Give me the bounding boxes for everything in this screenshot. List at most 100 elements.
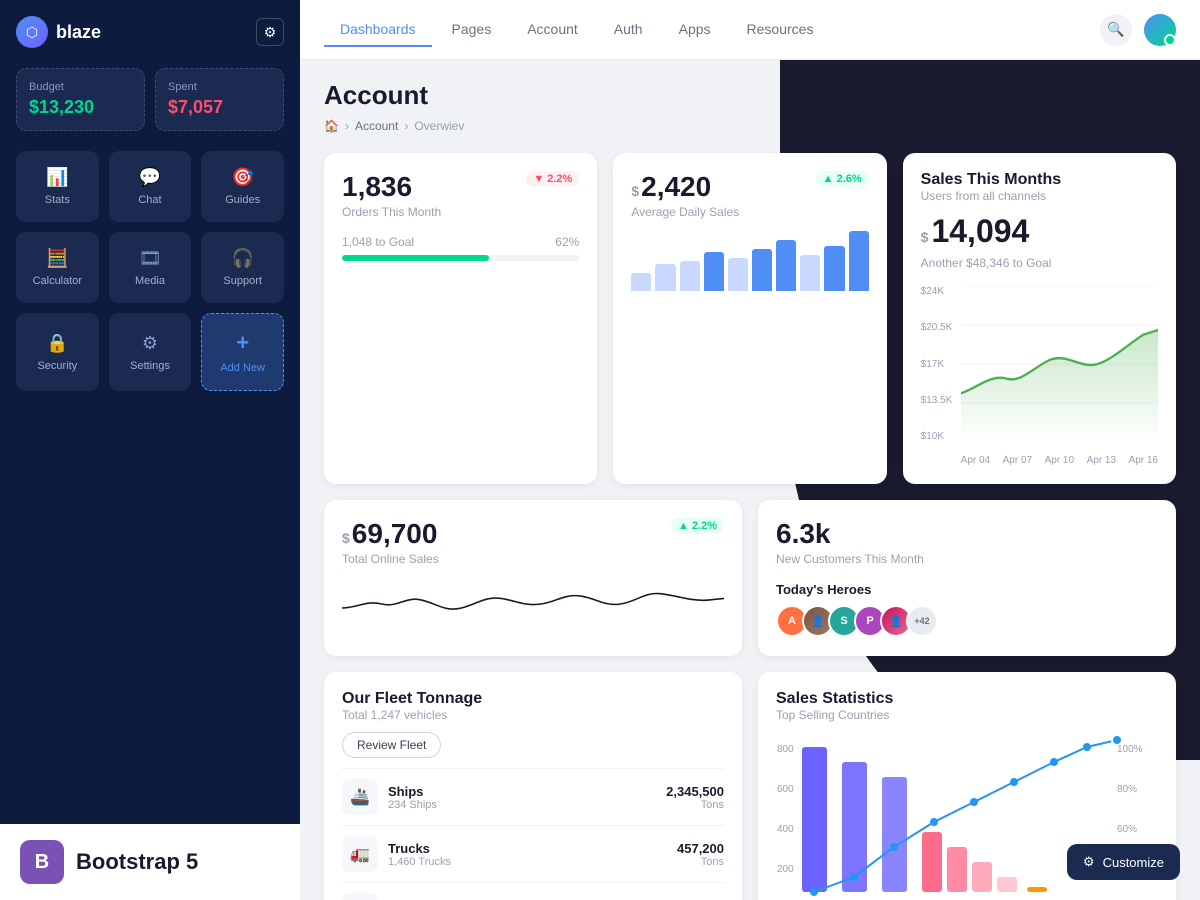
- sidebar-item-chat[interactable]: 💬 Chat: [109, 151, 192, 222]
- sidebar-item-guides[interactable]: 🎯 Guides: [201, 151, 284, 222]
- settings-icon: ⚙: [142, 333, 158, 354]
- progress-bar: [342, 255, 579, 261]
- sales-month-chart: $24K $20.5K $17K $13.5K $10K: [921, 286, 1158, 466]
- breadcrumb-separator-1: ›: [345, 119, 349, 133]
- sidebar-menu-button[interactable]: ⚙: [256, 18, 284, 46]
- daily-sales-badge: ▲ 2.6%: [816, 171, 869, 187]
- tab-apps[interactable]: Apps: [663, 13, 727, 47]
- sales-month-subtitle: Users from all channels: [921, 189, 1158, 203]
- budget-row: Budget $13,230 Spent $7,057: [16, 68, 284, 131]
- breadcrumb-home-icon: 🏠: [324, 119, 339, 133]
- fleet-sub-trucks: 1,460 Trucks: [388, 856, 667, 868]
- bootstrap-text: Bootstrap 5: [76, 849, 198, 875]
- chart-y-labels: $24K $20.5K $17K $13.5K $10K: [921, 286, 953, 442]
- bar-8: [800, 255, 820, 291]
- budget-value: $13,230: [29, 97, 132, 118]
- sidebar-item-support[interactable]: 🎧 Support: [201, 232, 284, 303]
- sales-month-card: Sales This Months Users from all channel…: [903, 153, 1176, 484]
- main-content: Dashboards Pages Account Auth Apps Resou…: [300, 0, 1200, 900]
- search-button[interactable]: 🔍: [1100, 14, 1132, 46]
- support-icon: 🎧: [231, 248, 253, 269]
- sidebar-item-settings[interactable]: ⚙ Settings: [109, 313, 192, 391]
- tab-dashboards[interactable]: Dashboards: [324, 13, 432, 47]
- heroes-label: Today's Heroes: [776, 582, 1158, 597]
- bootstrap-badge: B Bootstrap 5: [0, 824, 300, 900]
- spent-card: Spent $7,057: [155, 68, 284, 131]
- sidebar-item-stats[interactable]: 📊 Stats: [16, 151, 99, 222]
- spent-label: Spent: [168, 81, 271, 93]
- online-sales-card: $ 69,700 ▲ 2.2% Total Online Sales: [324, 500, 742, 656]
- fleet-name-trucks: Trucks: [388, 841, 667, 856]
- fleet-num-trucks: 457,200: [677, 841, 724, 856]
- wavy-chart: [342, 578, 724, 638]
- online-sales-value: 69,700: [352, 518, 438, 550]
- sales-month-value: 14,094: [931, 213, 1029, 250]
- sales-stats-subtitle: Top Selling Countries: [776, 708, 1158, 722]
- svg-text:80%: 80%: [1117, 784, 1137, 795]
- bootstrap-icon: B: [20, 840, 64, 884]
- sidebar-item-label-security: Security: [37, 360, 77, 372]
- tab-resources[interactable]: Resources: [731, 13, 830, 47]
- add-new-icon: +: [236, 330, 249, 356]
- ships-icon: 🚢: [342, 779, 378, 815]
- top-nav: Dashboards Pages Account Auth Apps Resou…: [300, 0, 1200, 60]
- bar-5: [728, 258, 748, 291]
- sidebar-item-label-settings: Settings: [130, 360, 170, 372]
- tab-pages[interactable]: Pages: [436, 13, 508, 47]
- sidebar-item-add-new[interactable]: + Add New: [201, 313, 284, 391]
- sidebar-item-label-media: Media: [135, 275, 165, 287]
- sidebar-item-media[interactable]: 🎞 Media: [109, 232, 192, 303]
- trucks-icon: 🚛: [342, 836, 378, 872]
- svg-text:800: 800: [777, 744, 794, 755]
- review-fleet-button[interactable]: Review Fleet: [342, 732, 441, 758]
- fleet-row-trucks: 🚛 Trucks 1,460 Trucks 457,200 Tons: [342, 825, 724, 882]
- today-heroes: Today's Heroes A 👤 S P 👤 +42: [776, 582, 1158, 637]
- calculator-icon: 🧮: [46, 248, 68, 269]
- tab-account[interactable]: Account: [511, 13, 594, 47]
- daily-sales-prefix: $: [631, 183, 639, 199]
- daily-sales-value: 2,420: [641, 171, 711, 203]
- goal-pct: 62%: [555, 235, 579, 249]
- hero-avatars: A 👤 S P 👤 +42: [776, 605, 1158, 637]
- sidebar-header: ⬡ blaze ⚙: [16, 16, 284, 48]
- svg-text:600: 600: [777, 784, 794, 795]
- fleet-name-ships: Ships: [388, 784, 656, 799]
- chart-x-labels: Apr 04 Apr 07 Apr 10 Apr 13 Apr 16: [961, 455, 1158, 466]
- daily-sales-chart: [631, 231, 868, 291]
- customize-label: Customize: [1103, 855, 1164, 870]
- media-icon: 🎞: [139, 248, 162, 269]
- sales-stats-title: Sales Statistics: [776, 690, 1158, 708]
- bar-10: [849, 231, 869, 291]
- user-avatar[interactable]: [1144, 14, 1176, 46]
- fleet-sub-ships: 234 Ships: [388, 799, 656, 811]
- bar-3: [680, 261, 700, 291]
- page-content: Account + Invite Create App 🏠 › Account …: [300, 60, 1200, 900]
- customize-button[interactable]: ⚙ Customize: [1067, 844, 1180, 880]
- logo-icon: ⬡: [16, 16, 48, 48]
- bar-7: [776, 240, 796, 291]
- orders-label: Orders This Month: [342, 205, 579, 219]
- breadcrumb-parent[interactable]: Account: [355, 119, 398, 133]
- sidebar-item-label-guides: Guides: [225, 194, 260, 206]
- sidebar-item-label-add-new: Add New: [220, 362, 265, 374]
- logo-text: blaze: [56, 22, 101, 43]
- sidebar-item-security[interactable]: 🔒 Security: [16, 313, 99, 391]
- bottom-grid: Our Fleet Tonnage Total 1,247 vehicles R…: [324, 672, 1176, 900]
- bar-4: [704, 252, 724, 291]
- bar-9: [824, 246, 844, 291]
- orders-card: 1,836 ▼ 2.2% Orders This Month 1,048 to …: [324, 153, 597, 484]
- sales-month-title: Sales This Months: [921, 171, 1158, 189]
- progress-fill: [342, 255, 489, 261]
- nav-right: 🔍: [1100, 14, 1176, 46]
- online-sales-prefix: $: [342, 530, 350, 546]
- guides-icon: 🎯: [231, 167, 253, 188]
- tab-auth[interactable]: Auth: [598, 13, 659, 47]
- fleet-subtitle: Total 1,247 vehicles: [342, 708, 724, 722]
- page-title: Account: [324, 80, 428, 111]
- sidebar-item-calculator[interactable]: 🧮 Calculator: [16, 232, 99, 303]
- customize-icon: ⚙: [1083, 854, 1095, 870]
- stats-cards-grid: 1,836 ▼ 2.2% Orders This Month 1,048 to …: [324, 153, 1176, 484]
- daily-sales-label: Average Daily Sales: [631, 205, 868, 219]
- customers-value: 6.3k: [776, 518, 831, 550]
- chart-svg-area: [961, 286, 1158, 442]
